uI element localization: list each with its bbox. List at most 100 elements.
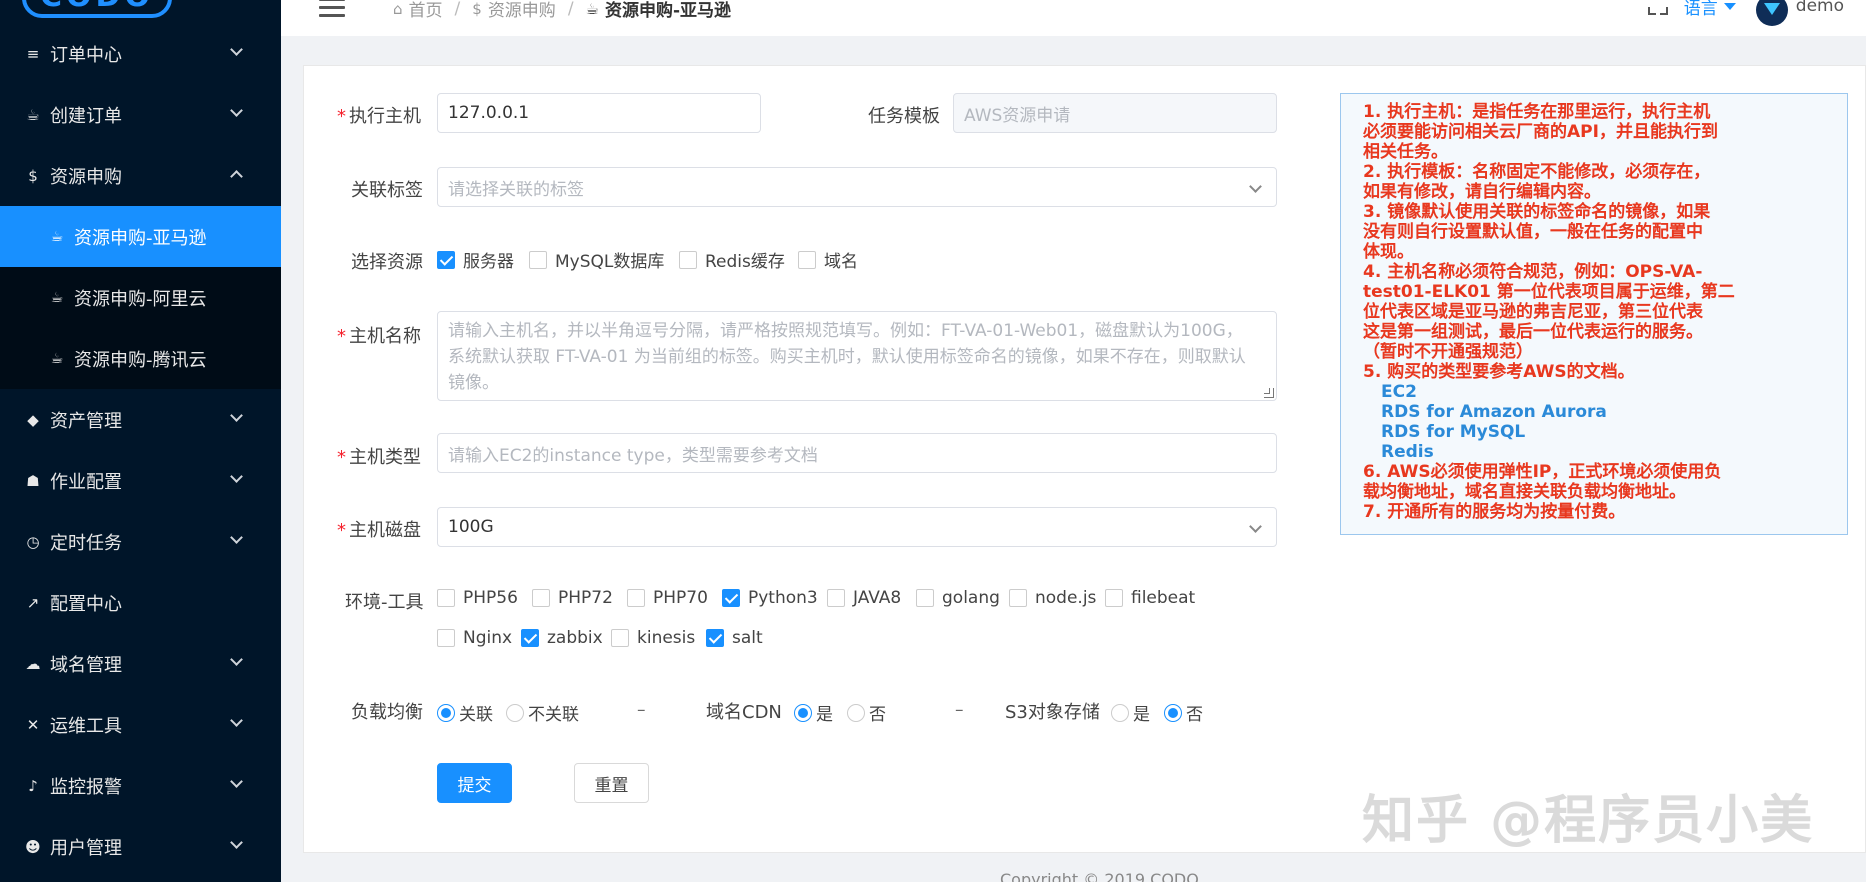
tool-nginx-checkbox[interactable]: Nginx bbox=[437, 628, 512, 648]
sidebar-subitem-aws[interactable]: ☕ 资源申购-亚马逊 bbox=[0, 206, 281, 267]
tool-salt-checkbox[interactable]: salt bbox=[706, 628, 763, 648]
sidebar-item-cron[interactable]: ◷ 定时任务 bbox=[0, 511, 281, 572]
resource-domain-checkbox[interactable]: 域名 bbox=[798, 247, 858, 272]
chevron-down-icon bbox=[230, 714, 243, 727]
help-link[interactable]: RDS for Amazon Aurora bbox=[1363, 402, 1847, 422]
top-header: ⌂ 首页 / $ 资源申购 / ☕ 资源申购-亚马逊 语言 demo bbox=[281, 0, 1866, 36]
cdn-label: 域名CDN bbox=[706, 702, 782, 723]
host-type-input[interactable]: 请输入EC2的instance type，类型需要参考文档 bbox=[437, 433, 1277, 473]
lb-associate-radio[interactable]: 关联 bbox=[437, 700, 493, 725]
coffee-icon: ☕ bbox=[50, 289, 64, 306]
cdn-yes-radio[interactable]: 是 bbox=[794, 700, 833, 725]
s3-no-radio[interactable]: 否 bbox=[1164, 700, 1203, 725]
tool-kinesis-checkbox[interactable]: kinesis bbox=[611, 628, 695, 648]
task-template-input: AWS资源申请 bbox=[953, 93, 1277, 133]
avatar[interactable] bbox=[1755, 0, 1788, 26]
sidebar-item-config[interactable]: ↗ 配置中心 bbox=[0, 572, 281, 633]
sidebar-item-resource-purchase[interactable]: $ 资源申购 bbox=[0, 145, 281, 206]
copyright: Copyright © 2019 CODO bbox=[1000, 870, 1199, 882]
resource-server-checkbox[interactable]: 服务器 bbox=[437, 247, 514, 272]
resource-redis-checkbox[interactable]: Redis缓存 bbox=[679, 247, 785, 272]
chevron-down-icon bbox=[230, 836, 243, 849]
hostname-textarea[interactable]: 请输入主机名，并以半角逗号分隔，请严格按照规范填写。例如：FT-VA-01-We… bbox=[437, 311, 1277, 401]
tool-zabbix-checkbox[interactable]: zabbix bbox=[521, 628, 603, 648]
tool-nodejs-checkbox[interactable]: node.js bbox=[1009, 588, 1096, 608]
help-line: 4. 主机名称必须符合规范，例如：OPS-VA- bbox=[1363, 262, 1703, 282]
sidebar-item-label: 运维工具 bbox=[50, 715, 122, 737]
breadcrumb-home[interactable]: 首页 bbox=[409, 0, 443, 21]
magic-wand-icon: ↗ bbox=[26, 593, 40, 612]
help-line: 相关任务。 bbox=[1363, 142, 1448, 162]
sidebar-item-create-order[interactable]: ☕ 创建订单 bbox=[0, 84, 281, 145]
users-icon: ☻ bbox=[25, 837, 41, 856]
tool-java8-checkbox[interactable]: JAVA8 bbox=[827, 588, 901, 608]
user-name[interactable]: demo bbox=[1796, 0, 1844, 16]
sidebar-subitem-aliyun[interactable]: ☕ 资源申购-阿里云 bbox=[0, 267, 281, 328]
separator-dash: – bbox=[955, 700, 964, 720]
sidebar-subitem-tencent[interactable]: ☕ 资源申购-腾讯云 bbox=[0, 328, 281, 389]
coffee-icon: ☕ bbox=[26, 105, 40, 124]
sidebar-item-ops-tools[interactable]: ✕ 运维工具 bbox=[0, 694, 281, 755]
exec-host-label: * 执行主机 bbox=[337, 106, 421, 127]
help-line: 1. 执行主机：是指任务在那里运行，执行主机 bbox=[1363, 102, 1711, 122]
s3-yes-radio[interactable]: 是 bbox=[1111, 700, 1150, 725]
resources-label: 选择资源 bbox=[351, 252, 423, 273]
breadcrumb-resource[interactable]: 资源申购 bbox=[488, 0, 556, 21]
sidebar-item-label: 资产管理 bbox=[50, 410, 122, 432]
help-line: 没有则自行设置默认值，一般在任务的配置中 bbox=[1363, 222, 1703, 242]
help-line: （暂时不开通强规范） bbox=[1363, 342, 1533, 362]
help-line: 体现。 bbox=[1363, 242, 1414, 262]
sidebar-item-monitoring[interactable]: ♪ 监控报警 bbox=[0, 755, 281, 816]
sidebar-item-orders[interactable]: ≡ 订单中心 bbox=[0, 23, 281, 84]
help-link[interactable]: RDS for MySQL bbox=[1363, 422, 1847, 442]
help-line: 3. 镜像默认使用关联的标签命名的镜像，如果 bbox=[1363, 202, 1711, 222]
sidebar-item-label: 资源申购 bbox=[50, 166, 122, 188]
cdn-no-radio[interactable]: 否 bbox=[847, 700, 886, 725]
tool-php56-checkbox[interactable]: PHP56 bbox=[437, 588, 518, 608]
chevron-up-icon bbox=[230, 170, 243, 183]
language-dropdown[interactable]: 语言 bbox=[1684, 0, 1736, 19]
chevron-down-icon bbox=[1249, 520, 1262, 533]
help-line: 2. 执行模板：名称固定不能修改，必须存在， bbox=[1363, 162, 1711, 182]
fullscreen-icon[interactable] bbox=[1647, 0, 1668, 15]
sidebar-item-label: 作业配置 bbox=[50, 471, 122, 493]
help-line: 载均衡地址，域名直接关联负载均衡地址。 bbox=[1363, 482, 1686, 502]
sidebar-item-jobs[interactable]: ☗ 作业配置 bbox=[0, 450, 281, 511]
bell-icon: ♪ bbox=[28, 776, 38, 795]
sidebar-item-users[interactable]: ☻ 用户管理 bbox=[0, 816, 281, 877]
tool-golang-checkbox[interactable]: golang bbox=[916, 588, 1000, 608]
chevron-down-icon bbox=[230, 775, 243, 788]
lb-not-associate-radio[interactable]: 不关联 bbox=[506, 700, 579, 725]
chevron-down-icon bbox=[230, 409, 243, 422]
help-panel: 1. 执行主机：是指任务在那里运行，执行主机 必须要能访问相关云厂商的API，并且… bbox=[1340, 93, 1848, 535]
caret-down-icon bbox=[1723, 2, 1736, 10]
language-label: 语言 bbox=[1683, 0, 1718, 19]
tool-php70-checkbox[interactable]: PHP70 bbox=[627, 588, 708, 608]
resize-handle-icon[interactable] bbox=[1264, 388, 1274, 398]
menu-list-icon: ≡ bbox=[26, 44, 40, 63]
tool-php72-checkbox[interactable]: PHP72 bbox=[532, 588, 613, 608]
help-link[interactable]: Redis bbox=[1363, 442, 1847, 462]
tags-select[interactable]: 请选择关联的标签 bbox=[437, 167, 1277, 207]
sidebar-item-label: 创建订单 bbox=[50, 105, 122, 127]
resource-mysql-checkbox[interactable]: MySQL数据库 bbox=[529, 247, 664, 272]
alarm-clock-icon: ◷ bbox=[26, 532, 40, 551]
help-line: 必须要能访问相关云厂商的API，并且能执行到 bbox=[1363, 122, 1718, 142]
help-link[interactable]: EC2 bbox=[1363, 382, 1847, 402]
tags-label: 关联标签 bbox=[351, 180, 423, 201]
breadcrumb-separator: / bbox=[454, 0, 461, 19]
sidebar-submenu: ☕ 资源申购-亚马逊 ☕ 资源申购-阿里云 ☕ 资源申购-腾讯云 bbox=[0, 206, 281, 389]
tool-python3-checkbox[interactable]: Python3 bbox=[722, 588, 818, 608]
host-disk-select[interactable]: 100G bbox=[437, 507, 1277, 547]
sidebar-item-assets[interactable]: ◆ 资产管理 bbox=[0, 389, 281, 450]
exec-host-input[interactable]: 127.0.0.1 bbox=[437, 93, 761, 133]
submit-button[interactable]: 提交 bbox=[437, 763, 512, 803]
cloud-icon: ☁ bbox=[25, 654, 41, 673]
host-disk-label: * 主机磁盘 bbox=[337, 520, 421, 541]
reset-button[interactable]: 重置 bbox=[574, 763, 649, 803]
hamburger-menu-icon[interactable] bbox=[319, 0, 345, 18]
tool-filebeat-checkbox[interactable]: filebeat bbox=[1105, 588, 1195, 608]
chevron-down-icon bbox=[230, 43, 243, 56]
chevron-down-icon bbox=[230, 531, 243, 544]
sidebar-item-domains[interactable]: ☁ 域名管理 bbox=[0, 633, 281, 694]
